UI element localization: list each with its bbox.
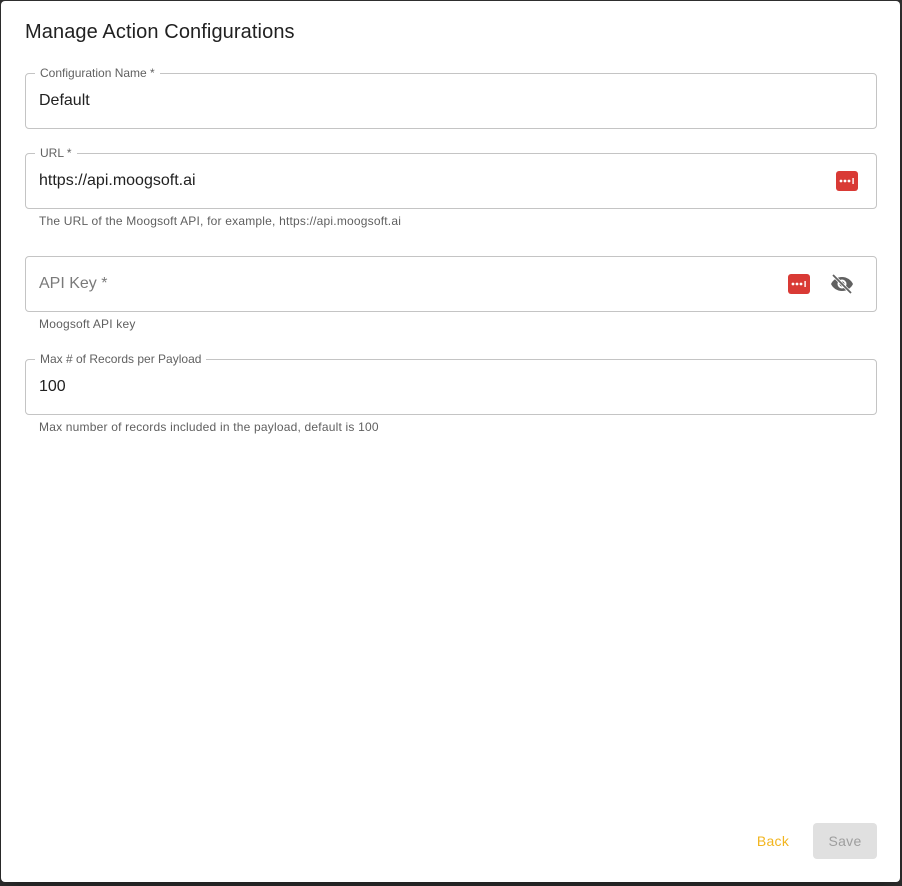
url-helper-text: The URL of the Moogsoft API, for example…: [39, 214, 402, 228]
api-key-field: [25, 256, 877, 312]
url-input[interactable]: [39, 154, 799, 208]
max-records-input[interactable]: [39, 360, 799, 414]
eye-off-icon[interactable]: [829, 271, 855, 297]
max-records-helper-text: Max number of records included in the pa…: [39, 420, 379, 434]
back-button[interactable]: Back: [747, 823, 799, 859]
dialog-title: Manage Action Configurations: [25, 21, 295, 43]
configuration-name-field: Configuration Name *: [25, 66, 877, 129]
save-button[interactable]: Save: [813, 823, 877, 859]
api-key-input[interactable]: [39, 257, 799, 311]
password-manager-icon[interactable]: [836, 171, 858, 191]
api-key-helper-text: Moogsoft API key: [39, 317, 136, 331]
manage-action-config-dialog: Manage Action Configurations Configurati…: [1, 1, 900, 882]
url-field: URL *: [25, 146, 877, 209]
max-records-field: Max # of Records per Payload: [25, 352, 877, 415]
configuration-name-input[interactable]: [39, 74, 799, 128]
password-manager-icon[interactable]: [788, 274, 810, 294]
